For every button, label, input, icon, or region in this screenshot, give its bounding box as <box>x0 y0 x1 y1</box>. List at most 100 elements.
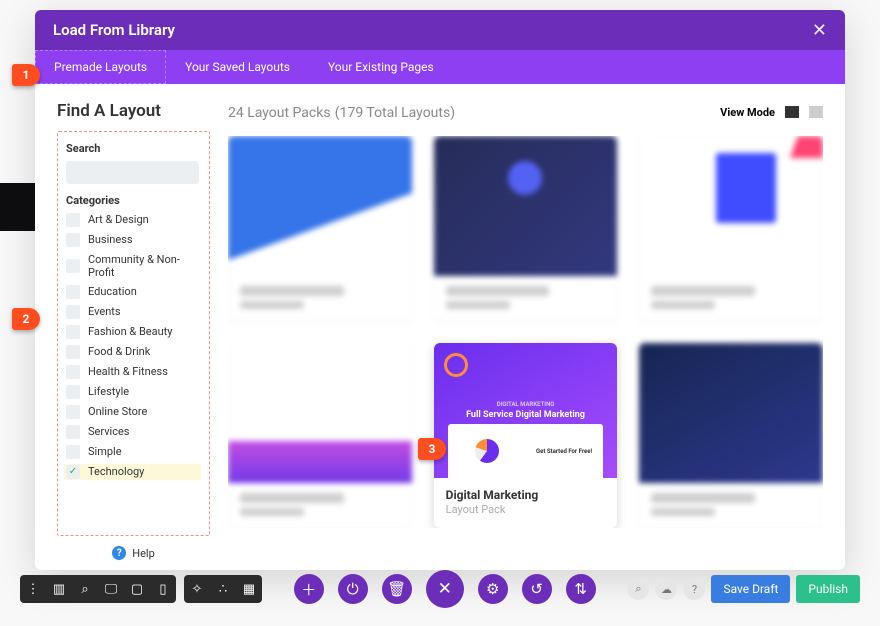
layout-card[interactable] <box>228 136 412 321</box>
annotation-marker-3: 3 <box>418 438 446 460</box>
checkbox-icon <box>66 233 80 247</box>
grid-icon[interactable]: ▦ <box>236 575 262 603</box>
category-services[interactable]: Services <box>66 425 199 439</box>
category-education[interactable]: Education <box>66 285 199 299</box>
layout-grid: DIGITAL MARKETING Full Service Digital M… <box>228 136 823 528</box>
sort-button[interactable]: ⇅ <box>566 574 596 604</box>
desktop-icon[interactable]: 🖵 <box>98 575 124 603</box>
layout-card[interactable] <box>434 136 618 321</box>
delete-button[interactable]: 🗑 <box>382 574 412 604</box>
checkbox-icon: ✓ <box>66 465 80 479</box>
checkbox-icon <box>66 365 80 379</box>
category-art-design[interactable]: Art & Design <box>66 213 199 227</box>
thumb-tag: DIGITAL MARKETING <box>497 401 555 408</box>
category-health[interactable]: Health & Fitness <box>66 365 199 379</box>
checkbox-icon <box>66 405 80 419</box>
toolbar-dark-group-2: ✧ ∴ ▦ <box>184 575 262 603</box>
layout-card[interactable] <box>639 343 823 528</box>
layout-card[interactable] <box>639 136 823 321</box>
layout-thumb <box>434 136 618 276</box>
layout-meta: Digital Marketing Layout Pack <box>434 478 618 528</box>
chat-icon[interactable]: ☁ <box>655 578 677 600</box>
phone-icon[interactable]: ▯ <box>150 575 176 603</box>
zoom-icon[interactable]: ⌕ <box>72 575 98 603</box>
wireframe-icon[interactable]: ▥ <box>46 575 72 603</box>
annotation-marker-2: 2 <box>12 308 40 330</box>
tablet-icon[interactable]: ▢ <box>124 575 150 603</box>
sidebar: Find A Layout Search Categories Art & De… <box>35 84 210 570</box>
publish-button[interactable]: Publish <box>796 575 860 603</box>
category-lifestyle[interactable]: Lifestyle <box>66 385 199 399</box>
search2-icon[interactable]: ⌕ <box>627 578 649 600</box>
category-label: Education <box>88 285 137 298</box>
toolbar-center: ＋ ⏻ 🗑 ✕ ⚙ ↺ ⇅ <box>294 570 596 608</box>
category-online-store[interactable]: Online Store <box>66 405 199 419</box>
thumb-panel: Get Started For Free! <box>448 424 602 478</box>
count-sub: (179 Total Layouts) <box>335 105 455 121</box>
layout-meta <box>434 276 618 321</box>
annotation-marker-1: 1 <box>12 64 40 86</box>
category-events[interactable]: Events <box>66 305 199 319</box>
layout-card-digital-marketing[interactable]: DIGITAL MARKETING Full Service Digital M… <box>434 343 618 528</box>
category-label: Online Store <box>88 405 147 418</box>
modal-body: Find A Layout Search Categories Art & De… <box>35 84 845 570</box>
category-label: Health & Fitness <box>88 365 168 378</box>
checkbox-icon <box>66 345 80 359</box>
save-draft-button[interactable]: Save Draft <box>711 575 790 603</box>
thumb-panel-right: Get Started For Free! <box>526 424 603 478</box>
layout-thumb <box>639 136 823 276</box>
layout-meta <box>228 483 412 528</box>
category-fashion[interactable]: Fashion & Beauty <box>66 325 199 339</box>
click-icon[interactable]: ∴ <box>210 575 236 603</box>
menu-icon[interactable]: ⋮ <box>20 575 46 603</box>
close-builder-button[interactable]: ✕ <box>426 570 464 608</box>
layout-meta <box>639 276 823 321</box>
help-label: Help <box>132 547 155 560</box>
search-input[interactable] <box>66 161 199 184</box>
checkbox-icon <box>66 259 80 273</box>
add-button[interactable]: ＋ <box>294 574 324 604</box>
layout-subtitle: Layout Pack <box>446 503 606 516</box>
tab-existing-pages[interactable]: Your Existing Pages <box>309 50 453 84</box>
close-icon[interactable]: ✕ <box>812 20 827 41</box>
sidebar-heading: Find A Layout <box>57 102 210 121</box>
category-label: Simple <box>88 445 122 458</box>
category-community[interactable]: Community & Non-Profit <box>66 253 199 279</box>
category-label: Food & Drink <box>88 345 150 358</box>
category-business[interactable]: Business <box>66 233 199 247</box>
search-label: Search <box>66 142 199 155</box>
power-button[interactable]: ⏻ <box>338 574 368 604</box>
category-label: Lifestyle <box>88 385 129 398</box>
list-view-icon[interactable] <box>809 106 823 118</box>
settings-button[interactable]: ⚙ <box>478 574 508 604</box>
checkbox-icon <box>66 285 80 299</box>
main-panel: 24 Layout Packs (179 Total Layouts) View… <box>210 84 845 570</box>
category-food[interactable]: Food & Drink <box>66 345 199 359</box>
category-label: Art & Design <box>88 213 149 226</box>
library-modal: Load From Library ✕ Premade Layouts Your… <box>35 10 845 570</box>
layout-thumb <box>228 343 412 483</box>
category-label: Technology <box>88 465 144 478</box>
layout-thumb <box>639 343 823 483</box>
category-label: Community & Non-Profit <box>88 253 199 279</box>
layout-meta <box>639 483 823 528</box>
category-technology[interactable]: ✓ Technology <box>64 464 201 480</box>
grid-view-icon[interactable] <box>785 106 799 118</box>
category-label: Services <box>88 425 129 438</box>
count-value: 24 Layout Packs <box>228 105 331 121</box>
tab-premade-layouts[interactable]: Premade Layouts <box>35 50 166 84</box>
pack-count: 24 Layout Packs (179 Total Layouts) <box>228 102 455 122</box>
history-button[interactable]: ↺ <box>522 574 552 604</box>
category-label: Business <box>88 233 133 246</box>
sidebar-filter-box: Search Categories Art & Design Business … <box>57 131 210 536</box>
tab-saved-layouts[interactable]: Your Saved Layouts <box>166 50 309 84</box>
toolbar-left: ⋮ ▥ ⌕ 🖵 ▢ ▯ ✧ ∴ ▦ <box>20 575 262 603</box>
layout-card[interactable] <box>228 343 412 528</box>
category-simple[interactable]: Simple <box>66 445 199 459</box>
help-link[interactable]: ? Help <box>57 546 210 560</box>
layout-thumb: DIGITAL MARKETING Full Service Digital M… <box>434 343 618 478</box>
question-icon[interactable]: ? <box>683 578 705 600</box>
hover-icon[interactable]: ✧ <box>184 575 210 603</box>
category-label: Fashion & Beauty <box>88 325 172 338</box>
checkbox-icon <box>66 425 80 439</box>
